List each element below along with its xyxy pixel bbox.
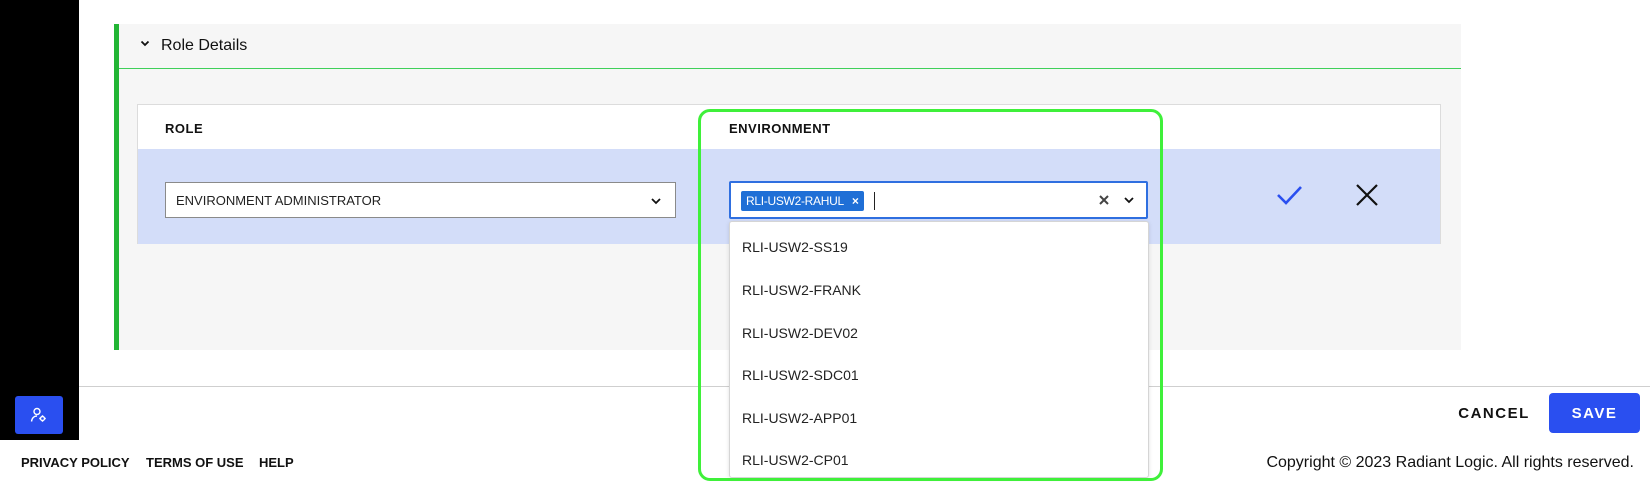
dropdown-option[interactable]: RLI-USW2-SS19 [730,226,1148,268]
terms-of-use-link[interactable]: TERMS OF USE [146,455,244,470]
save-button[interactable]: SAVE [1549,393,1640,433]
text-cursor [874,192,875,210]
page: Role Details ROLE ENVIRONMENT ENVIRONMEN… [0,0,1650,482]
cancel-button[interactable]: CANCEL [1450,393,1538,433]
environment-dropdown-menu: RLI-USW2-SS19 RLI-USW2-FRANK RLI-USW2-DE… [729,221,1149,478]
role-select[interactable]: ENVIRONMENT ADMINISTRATOR [165,182,676,218]
dropdown-option[interactable]: RLI-USW2-CP01 [730,439,1148,477]
section-header[interactable]: Role Details [119,24,1461,69]
clear-icon[interactable] [1097,193,1111,207]
chevron-down-icon [651,198,661,205]
left-rail [0,0,79,440]
copyright-text: Copyright © 2023 Radiant Logic. All righ… [1266,454,1634,471]
environment-multiselect[interactable]: RLI-USW2-RAHUL × [729,181,1148,219]
dropdown-option[interactable]: RLI-USW2-APP01 [730,397,1148,439]
help-link[interactable]: HELP [259,455,294,470]
user-settings-button[interactable] [15,396,63,434]
column-header-environment: ENVIRONMENT [729,121,831,136]
dropdown-option[interactable]: RLI-USW2-FRANK [730,269,1148,311]
dropdown-option[interactable]: RLI-USW2-DEV02 [730,312,1148,354]
confirm-row-button[interactable] [1273,179,1305,211]
environment-chip-label: RLI-USW2-RAHUL [746,194,844,208]
environment-chip: RLI-USW2-RAHUL × [741,191,864,211]
chevron-down-icon[interactable] [1122,193,1136,207]
cancel-row-button[interactable] [1353,181,1381,209]
section-title: Role Details [161,37,248,54]
chevron-down-icon[interactable] [139,37,151,49]
privacy-policy-link[interactable]: PRIVACY POLICY [21,455,130,470]
environment-search-input[interactable] [876,187,1066,215]
role-select-value: ENVIRONMENT ADMINISTRATOR [176,193,382,208]
dropdown-option[interactable]: RLI-USW2-SDC01 [730,354,1148,396]
chip-remove-icon[interactable]: × [852,195,859,207]
column-header-role: ROLE [165,121,204,136]
user-settings-icon [30,407,46,422]
